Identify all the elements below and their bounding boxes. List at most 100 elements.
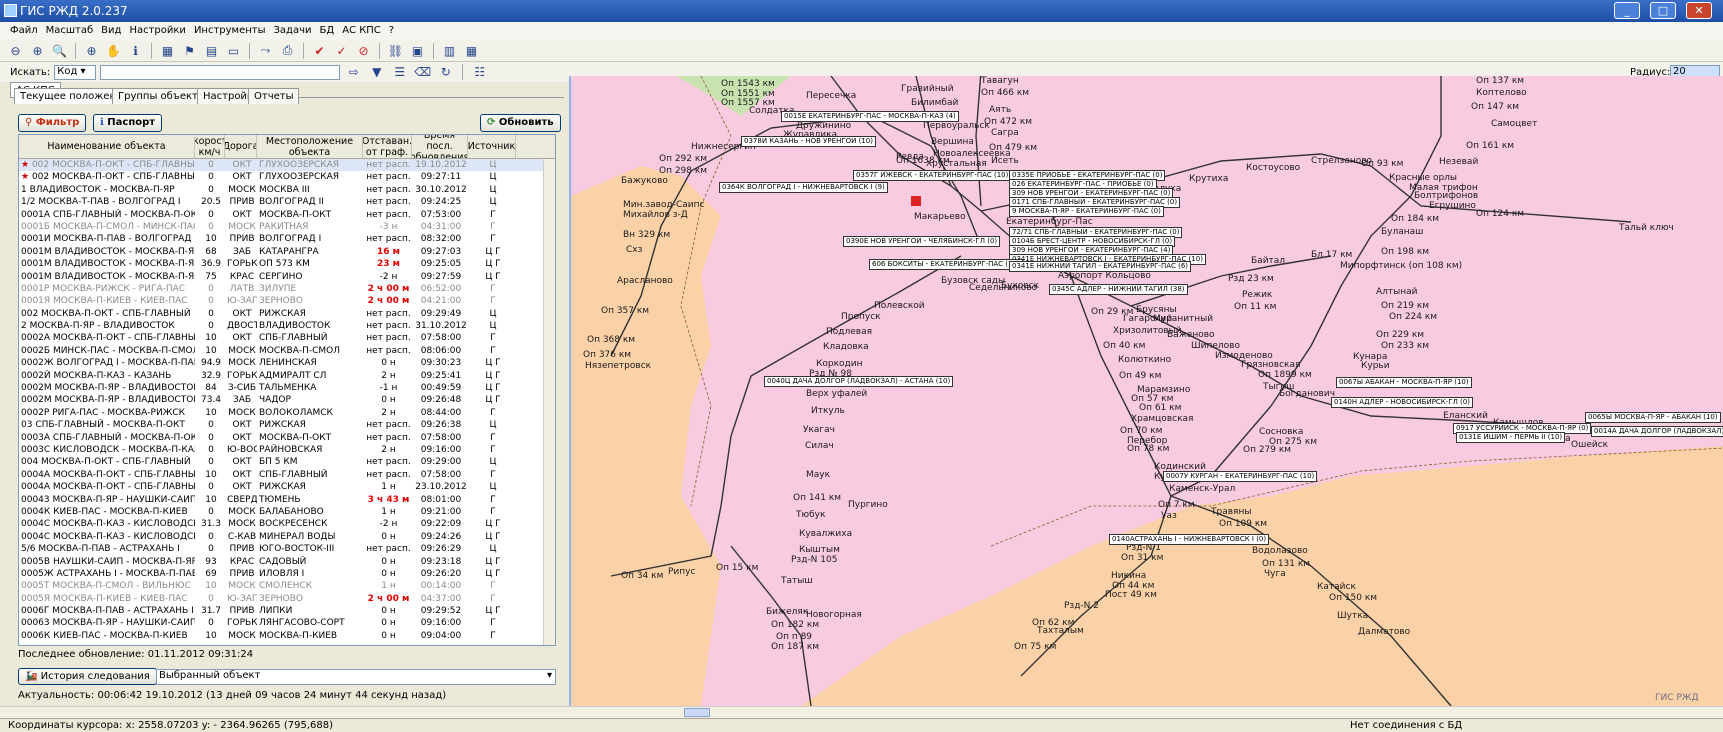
scroll-thumb[interactable]	[684, 708, 710, 717]
station-label[interactable]: Тыгиш	[1263, 382, 1294, 392]
station-label[interactable]: Красные орлы	[1389, 173, 1457, 183]
check-icon[interactable]: ✔	[310, 42, 329, 60]
table-row[interactable]: 0002М МОСКВА-П-ЯР - ВЛАДИВОСТОК 73.4 ЗАБ ЧА…	[19, 394, 555, 406]
station-label[interactable]: Вн 329 км	[623, 230, 670, 240]
station-label[interactable]: Оп 376 км	[583, 350, 631, 360]
table-row[interactable]: 0004К КИЕВ-ПАС - МОСКВА-П-КИЕВ 0 МОСК БАЛАБ…	[19, 506, 555, 518]
passport-button[interactable]: ℹ Паспорт	[93, 114, 163, 132]
table-row[interactable]: 0004А МОСКВА-П-ОКТ - СПБ-ГЛАВНЫ 10 ОКТ СПБ-…	[19, 469, 555, 481]
station-label[interactable]: Оп п 89	[776, 632, 812, 642]
station-label[interactable]: Оп 219 км	[1381, 301, 1429, 311]
station-label[interactable]: Верх уфалей	[806, 389, 867, 399]
grid-icon[interactable]: ▦	[462, 42, 481, 60]
station-label[interactable]: Маук	[806, 470, 830, 480]
table-row[interactable]: 0005Ж АСТРАХАНЬ I - МОСКВА-П-ПАВ 69 ПРИВ ИЛ…	[19, 568, 555, 580]
filter-icon[interactable]: ▼	[367, 63, 386, 81]
table-row[interactable]: 0004С МОСКВА-П-КАЗ - КИСЛОВОДСК 31.3 МОСК В…	[19, 518, 555, 530]
train-label[interactable]: 0345С АДЛЕР - НИЖНИЙ ТАГИЛ (38)	[1049, 284, 1188, 295]
tab-3[interactable]: Отчеты	[248, 88, 300, 104]
station-label[interactable]: Оп 357 км	[601, 306, 649, 316]
station-label[interactable]: Кыштым	[799, 545, 840, 555]
list-icon[interactable]: ☰	[390, 63, 409, 81]
station-label[interactable]: Оп 150 км	[1329, 593, 1377, 603]
station-label[interactable]: Рзд 23 км	[1228, 274, 1274, 284]
table-row[interactable]: 0002Й МОСКВА-П-КАЗ - КАЗАНЬ 32.9 ГОРЬК АДМИ…	[19, 370, 555, 382]
station-label[interactable]: Полевской	[874, 301, 925, 311]
filter-button[interactable]: ⚲ Фильтр	[18, 114, 87, 132]
station-label[interactable]: Оп 472 км	[984, 117, 1032, 127]
station-label[interactable]: Оп 1543 км	[721, 79, 775, 89]
station-label[interactable]: Катайск	[1317, 582, 1356, 592]
zoom-icon[interactable]: 🔍	[50, 42, 69, 60]
station-label[interactable]: Самоцвет	[1491, 119, 1537, 129]
station-label[interactable]: Новогорная	[806, 610, 862, 620]
station-label[interactable]: Оп 49 км	[1119, 371, 1161, 381]
table-row[interactable]: 0001Я МОСКВА-П-КИЕВ - КИЕВ-ПАС 0 Ю-ЗАП ЗЕРН…	[19, 295, 555, 307]
minimize-button[interactable]: _	[1614, 2, 1640, 19]
station-label[interactable]: Оп 1899 км	[1258, 370, 1312, 380]
menu-item[interactable]: Настройки	[129, 25, 185, 36]
column-header[interactable]: Скорость км/ч	[195, 135, 225, 158]
table-row[interactable]: 0001И МОСКВА-П-ПАВ - ВОЛГОГРАД I 10 ПРИВ ВО…	[19, 233, 555, 245]
station-label[interactable]: Шипелово	[1191, 341, 1240, 351]
search-input[interactable]	[100, 64, 341, 80]
station-label[interactable]: Ошейск	[1571, 440, 1608, 450]
train-label[interactable]: 0140Н АДЛЕР - НОВОСИБИРСК-ГЛ (0)	[1331, 397, 1473, 408]
map-horizontal-scrollbar[interactable]	[0, 706, 1723, 718]
train-label[interactable]: 0065Ы МОСКВА-П-ЯР - АБАКАН (10)	[1585, 412, 1721, 423]
station-label[interactable]: Оп 78 км	[1127, 444, 1169, 454]
train-label[interactable]: 0007У КУРГАН - ЕКАТЕРИНБУРГ-ПАС (10)	[1163, 471, 1318, 482]
table-row[interactable]: 0003С КИСЛОВОДСК - МОСКВА-П-КАЗ 0 Ю-ВОСТРА…	[19, 444, 555, 456]
station-label[interactable]: Оп 11 км	[1234, 302, 1276, 312]
map-icon[interactable]: ▣	[408, 42, 427, 60]
table-row[interactable]: 0001А СПБ-ГЛАВНЫЙ - МОСКВА-П-ОКТ 0 ОКТ МОСК…	[19, 209, 555, 221]
table-row[interactable]: 0005Т МОСКВА-П-СМОЛ - ВИЛЬНЮС 10 МОСК СМОЛЕ…	[19, 580, 555, 592]
train-label[interactable]: 0015Е ЕКАТЕРИНБУРГ-ПАС - МОСКВА-П-КАЗ (4…	[781, 111, 959, 122]
station-label[interactable]: Оп 131 км	[1262, 559, 1310, 569]
table-row[interactable]: 0002Р РИГА-ПАС - МОСКВА-РИЖСК 10 МОСК ВОЛОК…	[19, 407, 555, 419]
table-row[interactable]: 0001М ВЛАДИВОСТОК - МОСКВА-П-ЯР 68 ЗАБ КАТА…	[19, 246, 555, 258]
station-label[interactable]: Оп 147 км	[1471, 102, 1519, 112]
station-label[interactable]: Егрушино	[1429, 201, 1476, 211]
station-label[interactable]: Оп 93 км	[1361, 159, 1403, 169]
layers-icon[interactable]: ▦	[158, 42, 177, 60]
station-label[interactable]: Рзд-N 105	[791, 555, 837, 565]
station-label[interactable]: Подлевая	[826, 327, 872, 337]
station-label[interactable]: Мин.завод-Саипс	[623, 200, 704, 210]
station-label[interactable]: Алтынай	[1376, 287, 1418, 297]
station-label[interactable]: Оп 75 км	[1014, 642, 1056, 652]
column-header[interactable]: Время посл. обновления	[412, 135, 468, 158]
table-row[interactable]: ★ 002 МОСКВА-П-ОКТ - СПБ-ГЛАВНЫ 0 ОКТ ГЛУХО…	[19, 171, 555, 183]
train-label[interactable]: 0140АСТРАХАНЬ I - НИЖНЕВАРТОВСК I (0)	[1109, 534, 1270, 545]
table-row[interactable]: 0004С МОСКВА-П-КАЗ - КИСЛОВОДСК 0 С-КАВ МИН…	[19, 531, 555, 543]
menu-item[interactable]: Масштаб	[46, 25, 94, 36]
station-label[interactable]: Оп 187 км	[771, 642, 819, 652]
table-row[interactable]: 0002М МОСКВА-П-ЯР - ВЛАДИВОСТОК 84 З-СИБ ТА…	[19, 382, 555, 394]
station-label[interactable]: Оп 224 км	[1389, 312, 1437, 322]
menu-item[interactable]: АС КПС	[342, 25, 381, 36]
table-icon[interactable]: ▤	[202, 42, 221, 60]
menu-item[interactable]: БД	[320, 25, 335, 36]
station-label[interactable]: Далматово	[1358, 627, 1410, 637]
menu-item[interactable]: Инструменты	[194, 25, 266, 36]
maximize-button[interactable]: □	[1650, 2, 1676, 19]
station-label[interactable]: Пост 49 км	[1105, 590, 1157, 600]
station-label[interactable]: Оп 137 км	[1476, 76, 1524, 86]
station-label[interactable]: Бижеляк	[766, 607, 808, 617]
station-label[interactable]: Еланский	[1443, 411, 1488, 421]
station-label[interactable]: Байтал	[1251, 256, 1285, 266]
table-row[interactable]: 0001Б МОСКВА-П-СМОЛ - МИНСК-ПАС 0 МОСК РАКИ…	[19, 221, 555, 233]
table-row[interactable]: 002 МОСКВА-П-ОКТ - СПБ-ГЛАВНЫЙ 0 ОКТ РИЖСКА…	[19, 308, 555, 320]
station-label[interactable]: Оп 40 км	[1103, 341, 1145, 351]
station-label[interactable]: Укагач	[803, 425, 835, 435]
station-label[interactable]: Уаз	[1161, 511, 1177, 521]
table-row[interactable]: 0006Г МОСКВА-П-ПАВ - АСТРАХАНЬ I 31.7 ПРИВ…	[19, 605, 555, 617]
station-label[interactable]: Оп 15 км	[716, 563, 758, 573]
station-label[interactable]: Грязновская	[1241, 360, 1300, 370]
station-label[interactable]: Макарьево	[914, 212, 966, 222]
cancel-icon[interactable]: ⊘	[354, 42, 373, 60]
station-label[interactable]: Кладовка	[823, 342, 869, 352]
column-header[interactable]: Местоположение объекта	[257, 135, 363, 158]
eraser-icon[interactable]: ⌫	[413, 63, 432, 81]
flag-icon[interactable]: ⚑	[180, 42, 199, 60]
